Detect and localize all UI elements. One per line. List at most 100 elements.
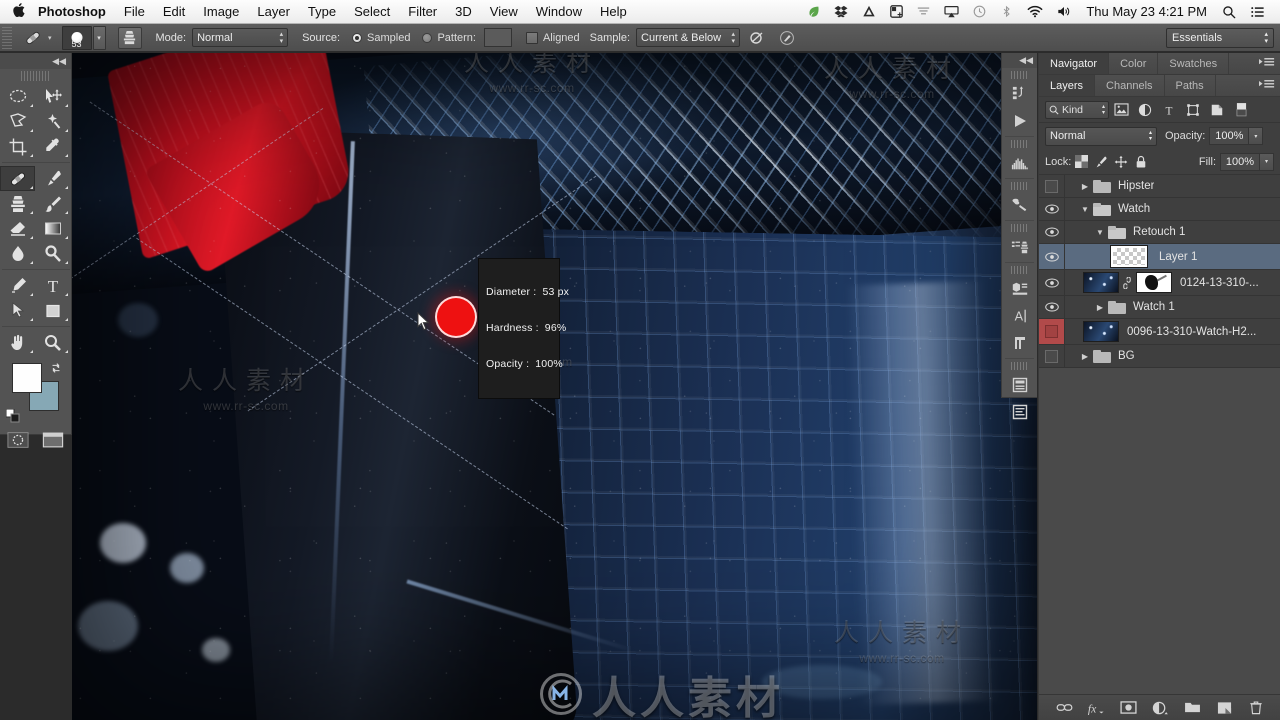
layer-blend-mode-select[interactable]: Normal ▴ ▾	[1045, 126, 1157, 146]
lock-image-icon[interactable]	[1091, 153, 1111, 171]
gradient-tool[interactable]	[35, 216, 70, 241]
zoom-tool[interactable]	[35, 330, 70, 355]
volume-icon[interactable]	[1050, 5, 1078, 18]
options-bar-grip[interactable]	[2, 26, 12, 49]
notes-icon[interactable]	[1002, 398, 1037, 425]
menu-help[interactable]: Help	[591, 0, 636, 24]
tools-panel-grip[interactable]	[20, 71, 51, 81]
move-tool[interactable]	[35, 84, 70, 109]
dock-grip[interactable]	[1010, 182, 1029, 190]
filter-type-icon[interactable]: T	[1157, 99, 1181, 121]
blend-mode-select[interactable]: Normal ▴ ▾	[192, 28, 289, 47]
histogram-icon[interactable]	[1002, 149, 1037, 176]
eyedropper-tool[interactable]	[35, 134, 70, 159]
filter-adjustment-icon[interactable]	[1133, 99, 1157, 121]
eraser-tool[interactable]	[0, 216, 35, 241]
workspace-select[interactable]: Essentials ▴ ▾	[1166, 27, 1274, 48]
new-group-icon[interactable]	[1183, 699, 1201, 717]
lock-all-icon[interactable]	[1131, 153, 1151, 171]
screen-mode-icon[interactable]	[35, 427, 70, 453]
hand-tool[interactable]	[0, 330, 35, 355]
tab-swatches[interactable]: Swatches	[1158, 53, 1230, 74]
leaf-icon[interactable]	[800, 5, 827, 18]
menu-window[interactable]: Window	[527, 0, 591, 24]
history-icon[interactable]	[1002, 80, 1037, 107]
opacity-slider-chevron-icon[interactable]: ▾	[1249, 127, 1264, 145]
opacity-value[interactable]: 100%	[1209, 127, 1250, 145]
layer-visibility-toggle[interactable]	[1039, 345, 1065, 367]
tab-channels[interactable]: Channels	[1095, 75, 1165, 96]
fill-value[interactable]: 100%	[1220, 152, 1260, 171]
tablet-pressure-icon[interactable]	[774, 27, 800, 49]
menu-type[interactable]: Type	[299, 0, 345, 24]
bluetooth-icon[interactable]	[993, 5, 1020, 18]
lock-transparency-icon[interactable]	[1071, 153, 1091, 171]
pattern-swatch-picker[interactable]	[483, 28, 512, 47]
table-row[interactable]: ▶ BG	[1039, 345, 1280, 368]
chevron-right-icon[interactable]: ▶	[1077, 182, 1093, 191]
lasso-tool[interactable]	[0, 109, 35, 134]
tab-paths[interactable]: Paths	[1165, 75, 1216, 96]
brush-tool[interactable]	[35, 166, 70, 191]
list-icon[interactable]	[1243, 5, 1272, 19]
source-pattern-radio[interactable]	[422, 32, 433, 43]
layer-thumbnail[interactable]	[1083, 321, 1119, 342]
quick-selection-tool[interactable]	[35, 109, 70, 134]
wifi-icon[interactable]	[1020, 5, 1050, 18]
swap-colors-icon[interactable]	[49, 361, 63, 375]
menu-layer[interactable]: Layer	[248, 0, 299, 24]
layer-visibility-toggle[interactable]	[1039, 319, 1065, 344]
menu-image[interactable]: Image	[194, 0, 248, 24]
brush-size-preview[interactable]: 53	[61, 25, 92, 50]
paragraph-icon[interactable]	[1002, 329, 1037, 356]
dock-grip[interactable]	[1010, 224, 1029, 232]
panel-menu-icon[interactable]	[1259, 57, 1275, 68]
default-colors-icon[interactable]	[6, 409, 20, 423]
table-row[interactable]: ▼ Retouch 1	[1039, 221, 1280, 244]
quick-mask-icon[interactable]	[0, 427, 35, 453]
crop-tool[interactable]	[0, 134, 35, 159]
pen-tool[interactable]	[0, 273, 35, 298]
bettertouchtool-icon[interactable]	[883, 5, 910, 18]
dock-grip[interactable]	[1010, 71, 1029, 79]
new-adjustment-layer-icon[interactable]	[1151, 699, 1169, 717]
table-row[interactable]: ▶ Watch 1	[1039, 296, 1280, 319]
ignore-adjustment-layers-icon[interactable]	[744, 27, 770, 49]
layer-style-fx-icon[interactable]: fx	[1087, 699, 1105, 717]
clone-stamp-icon[interactable]	[117, 26, 142, 49]
menu-app-name[interactable]: Photoshop	[38, 0, 115, 24]
chevron-down-icon[interactable]: ▼	[1092, 228, 1108, 237]
tool-preset-chevron-down-icon[interactable]: ▾	[48, 34, 52, 42]
filter-pixel-icon[interactable]	[1109, 99, 1133, 121]
tab-navigator[interactable]: Navigator	[1039, 53, 1110, 74]
filter-shape-icon[interactable]	[1181, 99, 1205, 121]
filter-smart-object-icon[interactable]	[1205, 99, 1229, 121]
layer-mask-thumbnail[interactable]	[1136, 272, 1172, 293]
dropbox-icon[interactable]	[827, 5, 855, 18]
healing-brush-icon[interactable]	[20, 27, 46, 49]
add-layer-mask-icon[interactable]	[1119, 699, 1137, 717]
menu-filter[interactable]: Filter	[399, 0, 446, 24]
table-row[interactable]: 0124-13-310-...	[1039, 270, 1280, 296]
layer-thumbnail[interactable]	[1083, 272, 1119, 293]
link-layers-icon[interactable]	[1055, 699, 1073, 717]
menu-bar-clock[interactable]: Thu May 23 4:21 PM	[1078, 4, 1215, 19]
layer-thumbnail[interactable]	[1110, 245, 1148, 268]
chevron-right-icon[interactable]: ▶	[1092, 303, 1108, 312]
table-row[interactable]: Layer 1	[1039, 244, 1280, 270]
delete-layer-icon[interactable]	[1247, 699, 1265, 717]
actions-play-icon[interactable]	[1002, 107, 1037, 134]
google-drive-icon[interactable]	[855, 5, 883, 18]
history-brush-tool[interactable]	[35, 191, 70, 216]
clone-stamp-tool[interactable]	[0, 191, 35, 216]
blur-tool[interactable]	[0, 241, 35, 266]
layer-visibility-toggle[interactable]	[1039, 270, 1065, 295]
table-row[interactable]: 0096-13-310-Watch-H2...	[1039, 319, 1280, 345]
table-row[interactable]: ▼ Watch	[1039, 198, 1280, 221]
menu-view[interactable]: View	[481, 0, 527, 24]
chevron-down-icon[interactable]: ▼	[1077, 205, 1093, 214]
panel-menu-icon[interactable]	[1259, 79, 1275, 90]
layer-visibility-toggle[interactable]	[1039, 296, 1065, 318]
lock-position-icon[interactable]	[1111, 153, 1131, 171]
foreground-color-swatch[interactable]	[12, 363, 42, 393]
